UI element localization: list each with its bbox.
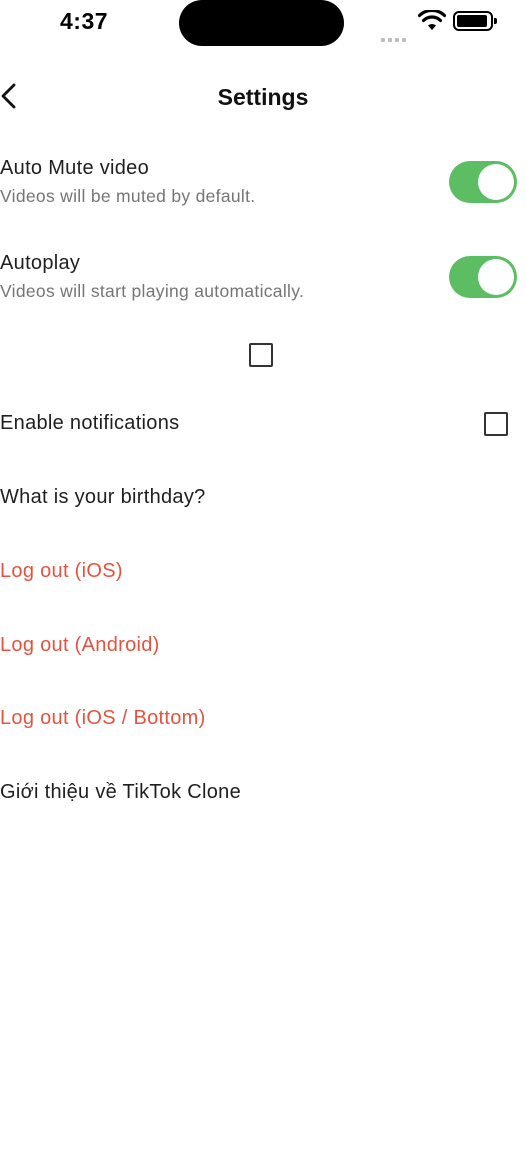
autoplay-title: Autoplay [0,252,81,274]
logout-ios-row[interactable]: Log out (iOS) [0,560,526,583]
toggle-knob [478,259,514,295]
toggle-knob [478,164,514,200]
chevron-left-icon [1,83,16,109]
logout-ios-label: Log out (iOS) [0,560,123,582]
battery-icon [453,11,497,31]
page-title: Settings [217,84,309,110]
logout-android-row[interactable]: Log out (Android) [0,634,526,657]
wifi-icon [418,10,446,30]
dynamic-island [179,0,344,46]
auto-mute-title: Auto Mute video [0,157,150,179]
notifications-title: Enable notifications [0,412,180,434]
notifications-row[interactable]: Enable notifications [0,412,526,442]
status-time: 4:37 [60,8,109,34]
logout-ios-bottom-label: Log out (iOS / Bottom) [0,707,206,729]
auto-mute-row[interactable]: Auto Mute video Videos will be muted by … [0,157,526,217]
autoplay-row[interactable]: Autoplay Videos will start playing autom… [0,252,526,312]
cellular-signal-icon [381,24,409,42]
logout-android-label: Log out (Android) [0,634,160,656]
standalone-checkbox[interactable] [249,343,273,367]
birthday-row[interactable]: What is your birthday? [0,486,526,509]
auto-mute-toggle[interactable] [449,161,517,203]
status-bar: 4:37 [0,0,526,50]
birthday-title: What is your birthday? [0,486,206,508]
app-bar: Settings [0,70,526,126]
autoplay-subtitle: Videos will start playing automatically. [0,281,305,301]
notifications-checkbox[interactable] [484,412,508,436]
back-button[interactable] [0,82,30,112]
about-label: Giới thiệu về TikTok Clone [0,781,242,803]
auto-mute-subtitle: Videos will be muted by default. [0,186,256,206]
autoplay-toggle[interactable] [449,256,517,298]
about-row[interactable]: Giới thiệu về TikTok Clone [0,781,526,804]
logout-ios-bottom-row[interactable]: Log out (iOS / Bottom) [0,707,526,730]
